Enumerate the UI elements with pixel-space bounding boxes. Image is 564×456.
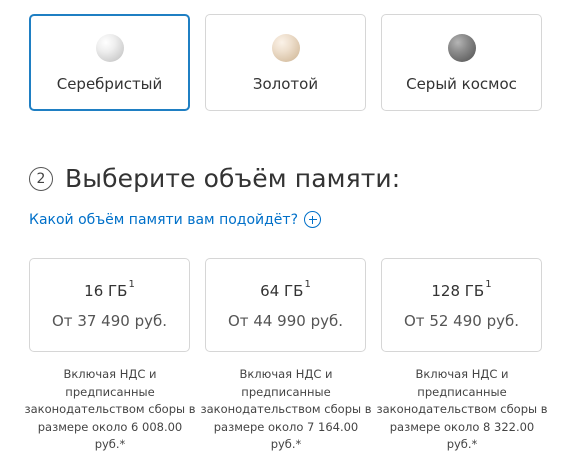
storage-price: От 37 490 руб. <box>52 312 167 330</box>
color-option-silver[interactable]: Серебристый <box>29 14 190 111</box>
storage-capacity: 128 ГБ1 <box>431 279 492 300</box>
storage-capacity: 16 ГБ1 <box>84 279 135 300</box>
tax-note-16gb: Включая НДС и предписанные законодательс… <box>24 367 196 451</box>
step-number-badge: 2 <box>29 167 53 191</box>
color-options: Серебристый Золотой Серый космос <box>29 14 542 111</box>
footnote-marker: 1 <box>485 279 492 290</box>
color-option-space-grey[interactable]: Серый космос <box>381 14 542 111</box>
tax-note-64gb: Включая НДС и предписанные законодательс… <box>200 367 372 451</box>
silver-swatch-icon <box>95 34 124 62</box>
color-label: Серебристый <box>56 75 163 93</box>
storage-price: От 52 490 руб. <box>404 312 519 330</box>
help-link-label: Какой объём памяти вам подойдёт? <box>29 211 299 228</box>
storage-capacity: 64 ГБ1 <box>260 279 311 300</box>
storage-picker-page: Серебристый Золотой Серый космос 2 Выбер… <box>0 0 564 456</box>
storage-help-link[interactable]: Какой объём памяти вам подойдёт? <box>29 211 322 228</box>
step-heading: 2 Выберите объём памяти: <box>29 160 400 196</box>
space-grey-swatch-icon <box>447 34 476 62</box>
color-label: Золотой <box>252 75 319 93</box>
footnote-marker: 1 <box>128 279 135 290</box>
gold-swatch-icon <box>271 34 300 62</box>
storage-option-16gb[interactable]: 16 ГБ1 От 37 490 руб. <box>29 258 190 352</box>
plus-circle-icon <box>304 211 322 228</box>
storage-option-128gb[interactable]: 128 ГБ1 От 52 490 руб. <box>381 258 542 352</box>
footnote-marker: 1 <box>304 279 311 290</box>
step-title: Выберите объём памяти: <box>65 163 401 193</box>
storage-option-64gb[interactable]: 64 ГБ1 От 44 990 руб. <box>205 258 366 352</box>
tax-note-128gb: Включая НДС и предписанные законодательс… <box>376 367 548 451</box>
storage-price: От 44 990 руб. <box>228 312 343 330</box>
color-label: Серый космос <box>406 75 517 93</box>
color-option-gold[interactable]: Золотой <box>205 14 366 111</box>
